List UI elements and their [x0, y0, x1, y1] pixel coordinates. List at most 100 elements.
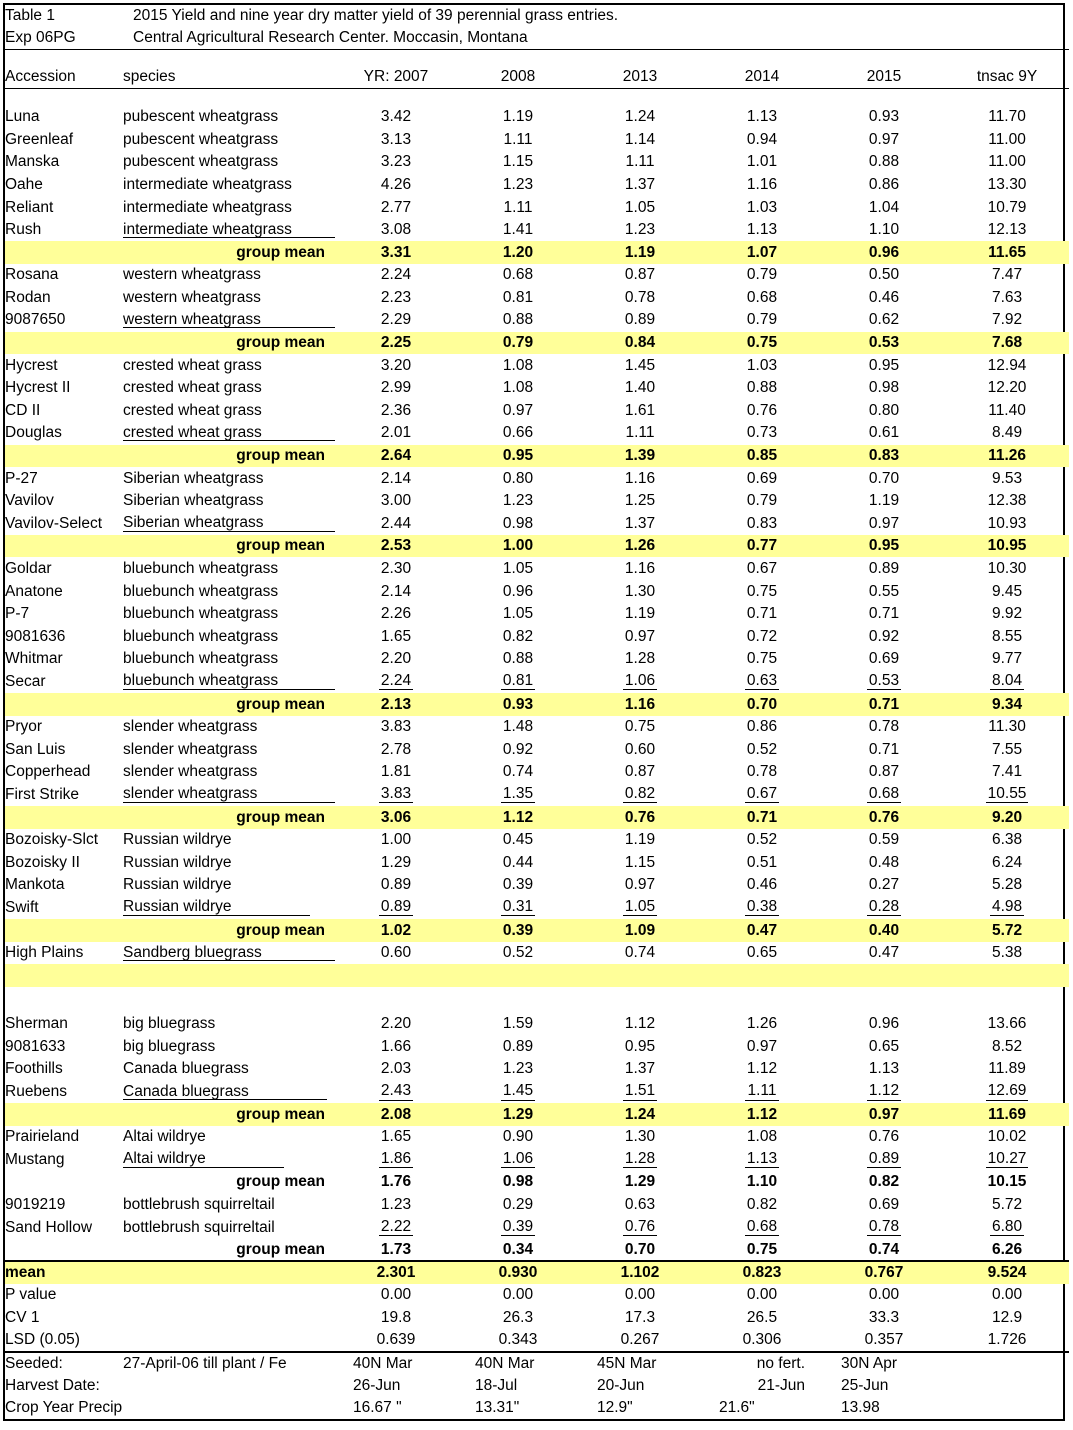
- group-mean-value: 6.26: [991, 1240, 1023, 1258]
- table-row[interactable]: Vavilov Siberian wheatgrass 3.00 1.23 1.25 0.…: [5, 490, 1069, 513]
- yield-value: 1.13: [868, 1060, 900, 1078]
- species-name: slender wheatgrass: [123, 718, 258, 736]
- table-row[interactable]: Goldar bluebunch wheatgrass 2.30 1.05 1.16 0.…: [5, 557, 1069, 580]
- crop-year-precip-value: 16.67 ": [353, 1399, 402, 1417]
- species-name: Siberian wheatgrass: [123, 469, 264, 487]
- table-row[interactable]: Rush intermediate wheatgrass 3.08 1.41 1.23 1…: [5, 219, 1069, 242]
- table-row[interactable]: Hycrest crested wheat grass 3.20 1.08 1.45 1.…: [5, 354, 1069, 377]
- yield-value: 1.45: [500, 1082, 536, 1101]
- group-mean-value: 3.31: [335, 241, 457, 264]
- group-mean-row: group mean 2.64 0.95 1.39 0.85 0.83 11.26: [5, 444, 1070, 468]
- accession-name: Hycrest: [5, 356, 58, 374]
- table-row[interactable]: 9081633 big bluegrass 1.66 0.89 0.95 0.97 0.65…: [5, 1035, 1069, 1058]
- yield-value: 1.05: [502, 560, 534, 578]
- yield-value: 0.38: [744, 897, 780, 917]
- yield-value: 2.20: [380, 650, 412, 668]
- yield-value: 4.98: [989, 897, 1025, 917]
- yield-value: 0.97: [746, 1037, 778, 1055]
- yield-value: 0.92: [502, 740, 534, 758]
- yield-value: 9.77: [991, 650, 1023, 668]
- table-row[interactable]: Rodan western wheatgrass 2.23 0.81 0.78 0.68 0…: [5, 286, 1069, 309]
- table-row[interactable]: Luna pubescent wheatgrass 3.42 1.19 1.24 1.13…: [5, 106, 1069, 129]
- table-row[interactable]: San Luis slender wheatgrass 2.78 0.92 0.60 0.…: [5, 738, 1069, 761]
- data-start-spacer-cell: [5, 89, 1069, 106]
- table-row[interactable]: P-7 bluebunch wheatgrass 2.26 1.05 1.19 0.71 0…: [5, 603, 1069, 626]
- yield-value: 5.72: [991, 1196, 1023, 1214]
- species-name: bottlebrush squirreltail: [123, 1218, 275, 1236]
- table-row[interactable]: Secar bluebunch wheatgrass 2.24 0.81 1.06 0.6…: [5, 670, 1069, 693]
- group-mean-label: group mean: [123, 331, 335, 355]
- table-row[interactable]: Greenleaf pubescent wheatgrass 3.13 1.11 1.1…: [5, 128, 1069, 151]
- species-name: slender wheatgrass: [123, 763, 258, 781]
- table-row[interactable]: Rosana western wheatgrass 2.24 0.68 0.87 0.79…: [5, 264, 1069, 287]
- species-name: Altai wildrye: [123, 1148, 335, 1171]
- yield-value: 11.70: [988, 108, 1026, 126]
- table-row[interactable]: P-27 Siberian wheatgrass 2.14 0.80 1.16 0.69 0…: [5, 467, 1069, 490]
- yield-value: 0.98: [502, 514, 534, 532]
- yield-value: 0.79: [746, 266, 778, 284]
- yield-value: 1.05: [622, 897, 658, 917]
- yield-value: 1.24: [624, 108, 656, 126]
- table-row[interactable]: Reliant intermediate wheatgrass 2.77 1.11 1.…: [5, 196, 1069, 219]
- group-mean-value: [579, 964, 701, 987]
- yield-value: 12.20: [987, 379, 1027, 397]
- table-row[interactable]: 9019219 bottlebrush squirreltail 1.23 0.29 0…: [5, 1194, 1069, 1217]
- yield-value: 1.13: [746, 221, 778, 239]
- table-row[interactable]: CD II crested wheat grass 2.36 0.97 1.61 0.76…: [5, 399, 1069, 422]
- table-row[interactable]: Sherman big bluegrass 2.20 1.59 1.12 1.26 0.96…: [5, 1013, 1069, 1036]
- accession-name: Hycrest II: [5, 379, 71, 397]
- species-name: Canada bluegrass: [123, 1081, 335, 1104]
- table-row[interactable]: Mankota Russian wildrye 0.89 0.39 0.97 0.46 0.…: [5, 874, 1069, 897]
- yield-value: 10.02: [987, 1128, 1027, 1146]
- yield-value: 0.27: [868, 876, 900, 894]
- table-row[interactable]: Pryor slender wheatgrass 3.83 1.48 0.75 0.86 0…: [5, 716, 1069, 739]
- yield-value: 1.45: [624, 356, 656, 374]
- group-mean-blank: [5, 444, 123, 468]
- table-row[interactable]: Copperhead slender wheatgrass 1.81 0.74 0.87…: [5, 761, 1069, 784]
- table-row[interactable]: Douglas crested wheat grass 2.01 0.66 1.11 0.…: [5, 422, 1069, 445]
- seeded-label: Seeded:: [5, 1350, 123, 1375]
- yield-value: 0.97: [868, 514, 900, 532]
- table-row[interactable]: Hycrest II crested wheat grass 2.99 1.08 1.4…: [5, 377, 1069, 400]
- yield-value: 0.81: [500, 671, 536, 691]
- table-row[interactable]: Sand Hollow bottlebrush squirreltail 2.22 0…: [5, 1216, 1069, 1239]
- group-mean-value: 0.76: [823, 806, 945, 829]
- harvest-date-label: Harvest Date:: [5, 1376, 100, 1394]
- group-mean-row: group mean 2.53 1.00 1.26 0.77 0.95 10.95: [5, 534, 1070, 558]
- table-row[interactable]: Bozoisky-Slct Russian wildrye 1.00 0.45 1.19…: [5, 829, 1069, 852]
- table-row[interactable]: 9087650 western wheatgrass 2.29 0.88 0.89 0.7…: [5, 309, 1069, 332]
- group-mean-value: 0.71: [701, 806, 823, 829]
- table-row[interactable]: Whitmar bluebunch wheatgrass 2.20 0.88 1.28 0…: [5, 648, 1069, 671]
- yield-value: 0.88: [868, 153, 900, 171]
- table-row[interactable]: Anatone bluebunch wheatgrass 2.14 0.96 1.30 0…: [5, 580, 1069, 603]
- table-row[interactable]: Bozoisky II Russian wildrye 1.29 0.44 1.15 0.…: [5, 851, 1069, 874]
- yield-value: 1.06: [500, 1149, 536, 1169]
- harvest-date-value: [945, 1374, 1069, 1397]
- table-row[interactable]: 9081636 bluebunch wheatgrass 1.65 0.82 0.97 0…: [5, 625, 1069, 648]
- table-row[interactable]: Mustang Altai wildrye 1.86 1.06 1.28 1.13 0.89…: [5, 1148, 1069, 1171]
- table-row[interactable]: Ruebens Canada bluegrass 2.43 1.45 1.51 1.11 1…: [5, 1081, 1069, 1104]
- table-row[interactable]: High Plains Sandberg bluegrass 0.60 0.52 0.7…: [5, 942, 1069, 965]
- table-row[interactable]: Foothills Canada bluegrass 2.03 1.23 1.37 1.1…: [5, 1058, 1069, 1081]
- table-row[interactable]: Prairieland Altai wildrye 1.65 0.90 1.30 1.08…: [5, 1126, 1069, 1149]
- yield-value: 0.70: [868, 469, 900, 487]
- table-row[interactable]: Manska pubescent wheatgrass 3.23 1.15 1.11 1.…: [5, 151, 1069, 174]
- yield-value: 12.38: [987, 492, 1027, 510]
- group-mean-value: 1.39: [579, 444, 701, 468]
- stat-label: LSD (0.05): [5, 1331, 80, 1349]
- seeded-value: [945, 1350, 1070, 1375]
- table-row[interactable]: Vavilov-Select Siberian wheatgrass 2.44 0.9…: [5, 512, 1069, 535]
- table-row[interactable]: Oahe intermediate wheatgrass 4.26 1.23 1.37 1…: [5, 173, 1069, 196]
- species-name: bluebunch wheatgrass: [123, 560, 279, 578]
- crop-year-precip-row: Crop Year Precip.: 16.67 " 13.31" 12.9" 21.6…: [5, 1397, 1069, 1420]
- group-mean-row: group mean 1.02 0.39 1.09 0.47 0.40 5.72: [5, 918, 1070, 942]
- group-mean-row: group mean 1.76 0.98 1.29 1.10 0.82 10.15: [5, 1171, 1069, 1194]
- table-row[interactable]: Swift Russian wildrye 0.89 0.31 1.05 0.38 0.28…: [5, 896, 1069, 919]
- column-header-2015: 2015: [823, 66, 945, 90]
- yield-value: 0.87: [624, 266, 656, 284]
- yield-value: 1.40: [624, 379, 656, 397]
- stat-value: 1.726: [987, 1331, 1027, 1349]
- group-mean-blank: [5, 241, 123, 264]
- yield-value: 0.48: [868, 853, 900, 871]
- table-row[interactable]: First Strike slender wheatgrass 3.83 1.35 0.…: [5, 783, 1069, 806]
